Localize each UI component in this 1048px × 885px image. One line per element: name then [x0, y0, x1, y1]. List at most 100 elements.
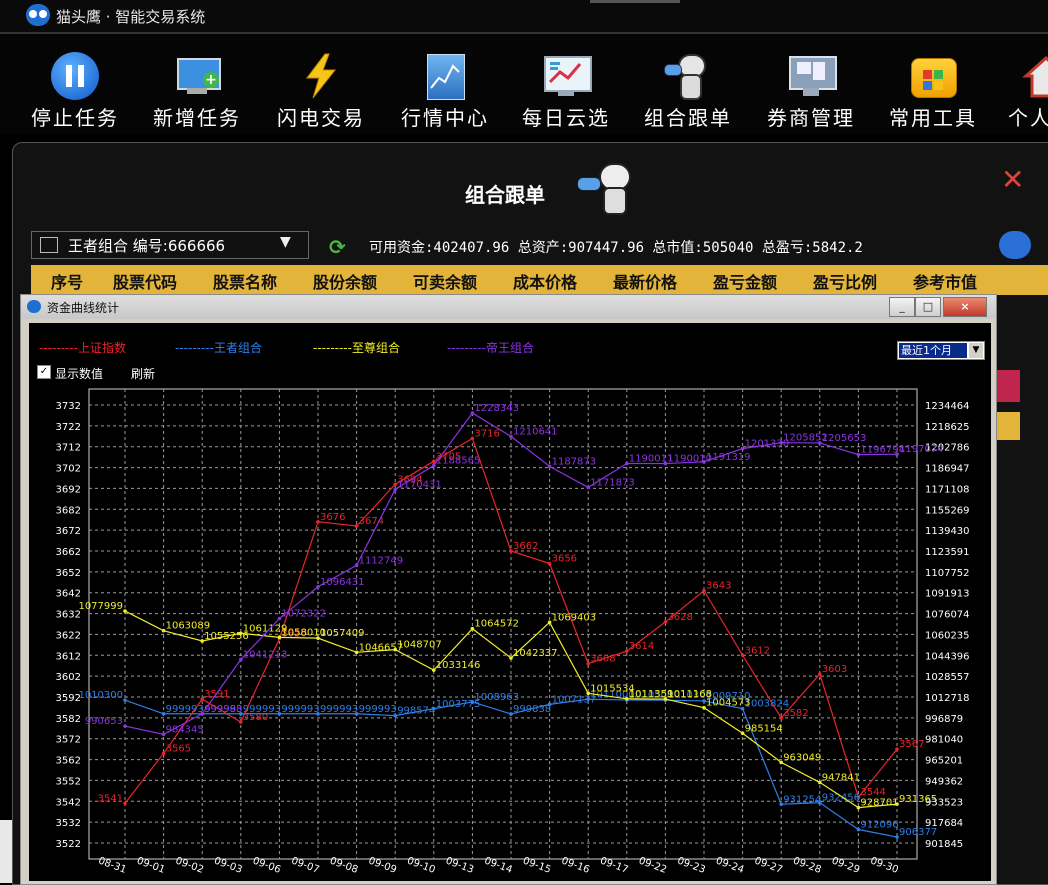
y2-tick-label: 1060235 [925, 630, 970, 641]
y-tick-label: 3732 [56, 401, 81, 412]
data-label: 1064572 [474, 619, 519, 630]
toolbar-common-tools[interactable]: 常用工具 [878, 48, 988, 130]
data-label: 1170431 [397, 479, 442, 490]
toolbar-label: 券商管理 [767, 106, 855, 130]
column-header: 序号 [51, 273, 84, 292]
column-header: 股票名称 [213, 273, 278, 292]
y-tick-label: 3712 [56, 443, 81, 454]
y-tick-label: 3612 [56, 651, 81, 662]
column-header: 股份余额 [313, 273, 378, 292]
y2-tick-label: 981040 [925, 735, 963, 746]
y2-tick-label: 1155269 [925, 505, 970, 516]
y2-tick-label: 996879 [925, 714, 963, 725]
data-label: 1042337 [513, 648, 558, 659]
data-label: 1077999 [78, 601, 123, 612]
toolbar-add-task[interactable]: + 新增任务 [142, 48, 252, 130]
data-point [123, 609, 127, 613]
toolbar-stop-task[interactable]: 停止任务 [20, 48, 130, 130]
data-label: 932456 [822, 793, 860, 804]
pause-icon [51, 52, 99, 100]
data-label: 1112749 [359, 555, 404, 566]
y-tick-label: 3562 [56, 756, 81, 767]
toolbar-personal[interactable]: 个人 [1000, 48, 1048, 128]
y-tick-label: 3542 [56, 797, 81, 808]
column-header: 可卖余额 [413, 273, 478, 292]
data-label: 947841 [822, 772, 860, 783]
y-tick-label: 3662 [56, 547, 81, 558]
dialog-title: 资金曲线统计 [47, 301, 120, 315]
data-label: 1171873 [590, 477, 635, 488]
pie-chart-icon[interactable] [999, 231, 1031, 259]
close-icon[interactable]: ✕ [1001, 163, 1024, 196]
data-label: 3716 [474, 428, 499, 439]
y2-tick-label: 1028557 [925, 672, 970, 683]
data-label: 1197074 [899, 444, 944, 455]
data-label: 999993 [320, 704, 358, 715]
legend-item: ---------王者组合 [175, 341, 262, 355]
toolbar-flash-trade[interactable]: 闪电交易 [266, 48, 376, 130]
maximize-button[interactable]: □ [915, 297, 941, 317]
range-select[interactable]: 最近1个月 ▼ [897, 341, 985, 360]
minimize-button[interactable]: _ [889, 297, 915, 317]
toolbar-market-center[interactable]: 行情中心 [390, 48, 500, 130]
mascot-icon [573, 157, 643, 219]
data-label: 1008963 [474, 692, 519, 703]
data-label: 3656 [552, 554, 577, 565]
y-tick-label: 3632 [56, 610, 81, 621]
data-label: 999993 [243, 704, 281, 715]
y2-tick-label: 949362 [925, 776, 963, 787]
add-monitor-icon: + [173, 52, 221, 100]
legend-item: ---------帝王组合 [447, 341, 534, 355]
toolbar-broker-manage[interactable]: 券商管理 [756, 48, 866, 130]
dialog-titlebar: 资金曲线统计 _ □ × [21, 295, 996, 319]
holdings-table-header: 序号 股票代码 股票名称 股份余额 可卖余额 成本价格 最新价格 盈亏金额 盈亏… [31, 265, 1048, 295]
y2-tick-label: 1091913 [925, 589, 970, 600]
data-label: 1003824 [745, 699, 790, 710]
y2-tick-label: 1107752 [925, 568, 970, 579]
y-tick-label: 3672 [56, 526, 81, 537]
data-label: 1004573 [706, 698, 751, 709]
refresh-icon[interactable]: ⟳ [329, 235, 346, 259]
portfolio-select[interactable]: 王者组合 编号:666666 ▼ [31, 231, 309, 259]
y2-tick-label: 1186947 [925, 464, 970, 475]
close-button[interactable]: × [943, 297, 987, 317]
data-label: 999988 [204, 704, 242, 715]
data-label: 3612 [745, 645, 770, 656]
y2-tick-label: 1076074 [925, 610, 970, 621]
data-label: 999993 [359, 704, 397, 715]
data-label: 984345 [166, 724, 204, 735]
y-tick-label: 3722 [56, 422, 81, 433]
y-tick-label: 3522 [56, 839, 81, 850]
chart-area: ---------上证指数 ---------王者组合 ---------至尊组… [29, 323, 991, 881]
toolbar-label: 闪电交易 [277, 106, 365, 130]
y2-tick-label: 1044396 [925, 651, 970, 662]
data-label: 963049 [783, 752, 821, 763]
data-label: 1033146 [436, 660, 481, 671]
column-header: 盈亏比例 [813, 273, 878, 292]
toolbar-daily-pick[interactable]: 每日云选 [511, 48, 621, 130]
y2-tick-label: 1139430 [925, 526, 970, 537]
panel-title: 组合跟单 [465, 183, 545, 207]
column-header: 参考市值 [913, 273, 978, 292]
data-label: 1041213 [243, 649, 288, 660]
y2-tick-label: 1171108 [925, 484, 970, 495]
data-label: 931254 [783, 794, 821, 805]
column-header: 最新价格 [613, 273, 678, 292]
data-label: 998574 [397, 706, 435, 717]
broker-monitor-icon [787, 52, 837, 100]
owl-logo-icon [26, 4, 50, 26]
show-values-checkbox[interactable]: ✓ [37, 365, 51, 379]
toolbar-label: 停止任务 [31, 106, 119, 130]
funds-summary: 可用资金:402407.96 总资产:907447.96 总市值:505040 … [369, 240, 863, 256]
data-label: 999838 [513, 704, 551, 715]
legend-item: ---------上证指数 [39, 341, 126, 355]
y-tick-label: 3642 [56, 589, 81, 600]
y-tick-label: 3702 [56, 464, 81, 475]
toolbar-portfolio-follow[interactable]: 组合跟单 [633, 48, 743, 130]
mascot-icon [664, 52, 712, 100]
lightning-icon [297, 52, 345, 100]
chevron-down-icon: ▼ [280, 234, 291, 250]
data-label: 1205653 [822, 433, 867, 444]
data-label: 1072322 [281, 609, 326, 620]
data-point [123, 698, 127, 702]
